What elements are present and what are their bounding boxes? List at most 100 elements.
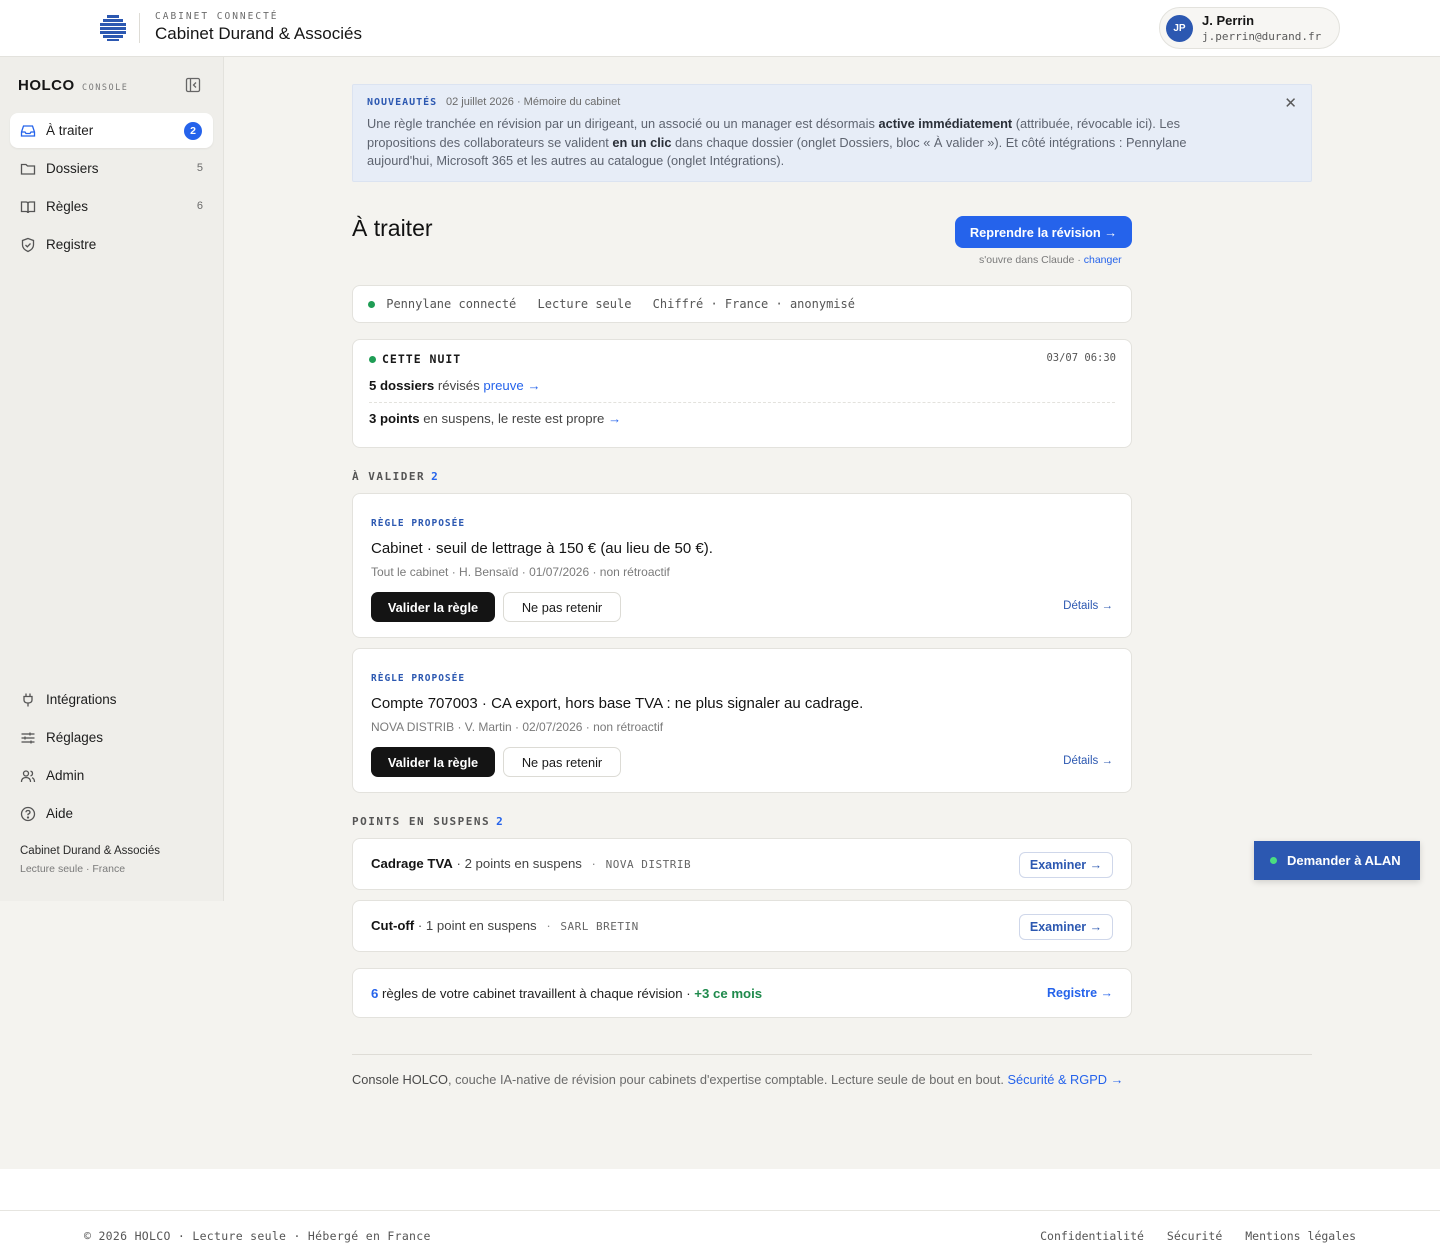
user-email: j.perrin@durand.fr: [1202, 30, 1322, 43]
rule-title: Cabinet · seuil de lettrage à 150 € (au …: [371, 540, 713, 557]
examine-button[interactable]: Examiner →: [1019, 852, 1113, 878]
validate-rule-button[interactable]: Valider la règle: [371, 592, 495, 622]
rule-card: RÈGLE PROPOSÉE Compte 707003 · CA export…: [352, 648, 1132, 793]
night-heading: CETTE NUIT: [382, 352, 462, 366]
resume-review-button[interactable]: Reprendre la révision →: [955, 216, 1132, 248]
sidebar-firm-name: Cabinet Durand & Associés: [20, 845, 160, 857]
inbox-icon: [20, 125, 36, 137]
sidebar-item-a-traiter[interactable]: À traiter 2: [10, 113, 213, 148]
ask-alan-button[interactable]: Demander à ALAN: [1254, 841, 1420, 880]
sliders-icon: [21, 732, 35, 744]
avatar: JP: [1166, 15, 1193, 42]
sidebar-item-count: 5: [196, 162, 203, 174]
page-title: À traiter: [352, 215, 433, 241]
sidebar-item-registre[interactable]: Registre: [10, 227, 213, 262]
sidebar-item-label: Aide: [46, 806, 74, 821]
rule-tag: RÈGLE PROPOSÉE: [371, 673, 466, 684]
rule-title: Compte 707003 · CA export, hors base TVA…: [371, 695, 864, 712]
users-icon: [20, 770, 36, 783]
collapse-sidebar-icon[interactable]: [185, 77, 201, 93]
sidebar-item-label: Admin: [46, 768, 85, 783]
pending-item-text: · 1 point en suspens: [414, 918, 537, 933]
news-date: 02 juillet 2026 · Mémoire du cabinet: [446, 96, 621, 108]
holco-logo-icon: [100, 15, 126, 41]
sidebar-item-dossiers[interactable]: Dossiers 5: [10, 151, 213, 186]
folder-icon: [20, 163, 36, 175]
validate-rule-button[interactable]: Valider la règle: [371, 747, 495, 777]
dossiers-reviewed: 5 dossiers révisés preuve →: [369, 378, 541, 393]
sidebar-item-label: Registre: [46, 237, 97, 252]
to-validate-heading: À VALIDER 2: [352, 470, 440, 483]
rules-summary-card: 6 règles de votre cabinet travaillent à …: [352, 968, 1132, 1018]
security-status: Chiffré · France · anonymisé: [652, 297, 855, 311]
pending-item-name: Cadrage TVA: [371, 856, 453, 871]
rule-meta: NOVA DISTRIB · V. Martin · 02/07/2026 · …: [371, 720, 664, 734]
sidebar: HOLCO CONSOLE À traiter 2 Dossiers 5 Règ…: [0, 57, 224, 901]
pending-item: Cut-off · 1 point en suspens · SARL BRET…: [352, 900, 1132, 952]
sidebar-item-aide[interactable]: Aide: [10, 796, 213, 831]
rule-details-link[interactable]: Détails →: [1063, 600, 1113, 612]
news-banner: NOUVEAUTÉS 02 juillet 2026 · Mémoire du …: [352, 84, 1312, 182]
news-body: Une règle tranchée en révision par un di…: [367, 116, 1187, 168]
points-pending: 3 points en suspens, le reste est propre…: [369, 411, 622, 426]
rule-tag: RÈGLE PROPOSÉE: [371, 518, 466, 529]
pennylane-status: Pennylane connecté: [386, 297, 517, 311]
book-icon: [20, 201, 36, 214]
shield-check-icon: [21, 237, 35, 253]
status-dot-icon: [368, 301, 375, 308]
sidebar-subtitle: CONSOLE: [82, 83, 129, 93]
rules-delta: +3 ce mois: [694, 986, 763, 1001]
examine-button[interactable]: Examiner →: [1019, 914, 1113, 940]
rule-meta: Tout le cabinet · H. Bensaïd · 01/07/202…: [371, 565, 670, 579]
security-rgpd-link[interactable]: Sécurité & RGPD →: [1007, 1072, 1123, 1087]
site-footer: © 2026 HOLCO · Lecture seule · Hébergé e…: [0, 1169, 1440, 1260]
console-footer: Console HOLCO, couche IA-native de révis…: [352, 1072, 1124, 1087]
rule-details-link[interactable]: Détails →: [1063, 755, 1113, 767]
opens-in-note: s'ouvre dans Claude · changer: [979, 254, 1122, 266]
pending-item-client: SARL BRETIN: [560, 920, 639, 933]
status-dot-icon: [1270, 857, 1277, 864]
proof-link[interactable]: preuve →: [483, 378, 540, 393]
plug-icon: [23, 693, 33, 707]
change-link[interactable]: changer: [1084, 254, 1122, 266]
reject-rule-button[interactable]: Ne pas retenir: [503, 747, 621, 777]
security-link[interactable]: Sécurité: [1167, 1229, 1222, 1243]
sidebar-item-label: À traiter: [46, 123, 94, 138]
registre-link[interactable]: Registre →: [1047, 986, 1113, 1000]
sidebar-item-integrations[interactable]: Intégrations: [10, 682, 213, 717]
cabinet-connected-label: CABINET CONNECTÉ: [155, 11, 279, 22]
status-dot-icon: [369, 356, 376, 363]
sidebar-firm-status: Lecture seule · France: [20, 863, 126, 875]
section-count: 2: [431, 470, 440, 483]
connection-status-card: Pennylane connecté Lecture seule Chiffré…: [352, 285, 1132, 323]
privacy-link[interactable]: Confidentialité: [1040, 1229, 1144, 1243]
user-menu[interactable]: JP J. Perrin j.perrin@durand.fr: [1159, 7, 1340, 49]
pending-item-name: Cut-off: [371, 918, 415, 933]
sidebar-item-label: Dossiers: [46, 161, 99, 176]
pending-points-heading: POINTS EN SUSPENS 2: [352, 815, 505, 828]
pending-item: Cadrage TVA · 2 points en suspens · NOVA…: [352, 838, 1132, 890]
pending-item-text: · 2 points en suspens: [452, 856, 582, 871]
sidebar-item-admin[interactable]: Admin: [10, 758, 213, 793]
rule-card: RÈGLE PROPOSÉE Cabinet · seuil de lettra…: [352, 493, 1132, 638]
user-name: J. Perrin: [1202, 13, 1255, 28]
copyright: © 2026 HOLCO · Lecture seule · Hébergé e…: [84, 1229, 431, 1243]
sidebar-item-regles[interactable]: Règles 6: [10, 189, 213, 224]
section-count: 2: [496, 815, 505, 828]
legal-link[interactable]: Mentions légales: [1245, 1229, 1356, 1243]
divider: [352, 1054, 1312, 1055]
sidebar-item-count: 6: [196, 200, 203, 212]
firm-name: Cabinet Durand & Associés: [155, 24, 362, 43]
close-icon[interactable]: ✕: [1284, 94, 1297, 112]
reject-rule-button[interactable]: Ne pas retenir: [503, 592, 621, 622]
sidebar-item-label: Règles: [46, 199, 89, 214]
news-tag: NOUVEAUTÉS: [367, 97, 438, 108]
count-badge: 2: [184, 122, 202, 140]
sidebar-item-reglages[interactable]: Réglages: [10, 720, 213, 755]
sidebar-item-label: Réglages: [46, 730, 104, 745]
points-link[interactable]: →: [608, 411, 621, 426]
night-summary-card: CETTE NUIT 03/07 06:30 5 dossiers révisé…: [352, 339, 1132, 448]
read-only-status: Lecture seule: [537, 297, 632, 311]
divider: [369, 402, 1115, 403]
help-circle-icon: [20, 806, 36, 822]
